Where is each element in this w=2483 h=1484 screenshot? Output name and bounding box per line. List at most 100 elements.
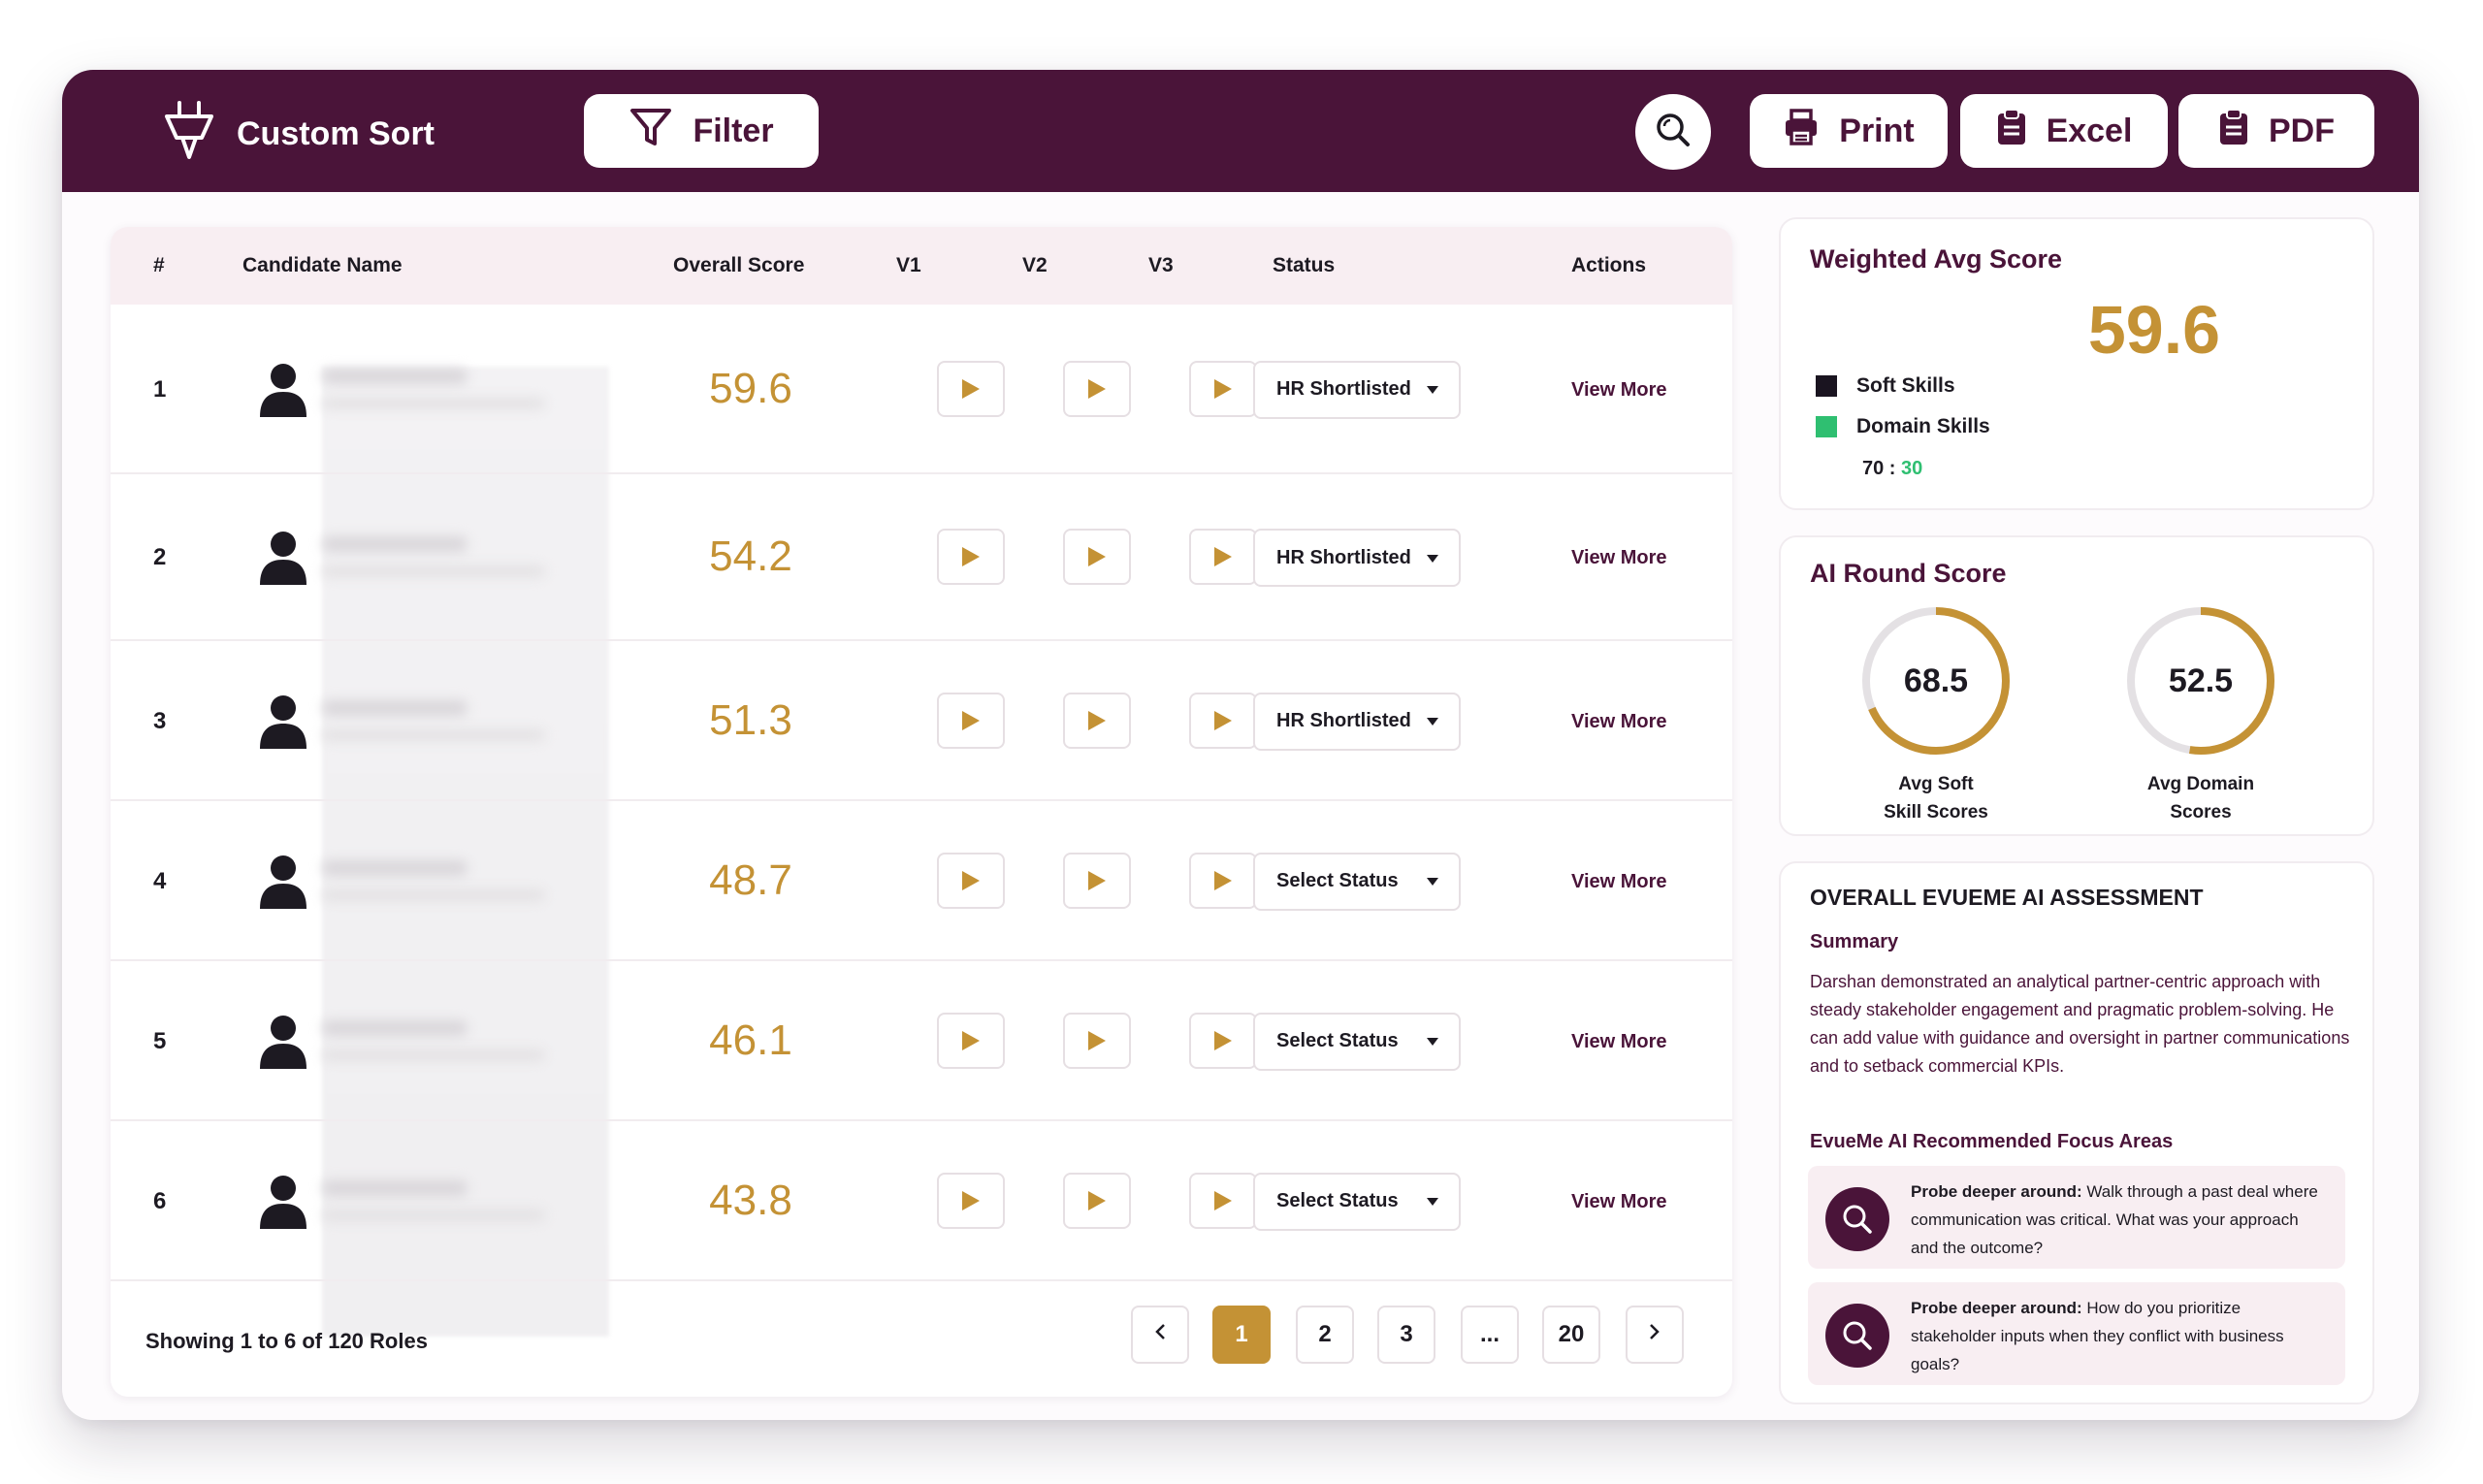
col-overall-score[interactable]: Overall Score xyxy=(673,254,804,277)
candidate-name-redacted[interactable] xyxy=(322,368,609,409)
app-window: Custom Sort Filter Print Excel PDF # Can… xyxy=(62,70,2419,1420)
candidate-name-redacted[interactable] xyxy=(322,1179,609,1221)
page-button-20[interactable]: 20 xyxy=(1542,1306,1600,1364)
candidates-table: # Candidate Name Overall Score V1 V2 V3 … xyxy=(111,227,1732,1397)
view-more-link[interactable]: View More xyxy=(1571,711,1667,733)
play-icon xyxy=(1086,377,1108,401)
play-video-v3-button[interactable] xyxy=(1189,852,1257,909)
play-video-v2-button[interactable] xyxy=(1063,529,1131,585)
gauge-soft-value: 68.5 xyxy=(1903,661,1969,699)
status-dropdown[interactable]: Select Status xyxy=(1253,852,1461,911)
row-index: 5 xyxy=(153,1027,167,1054)
ai-round-card: AI Round Score 68.5 Avg Soft Skill Score… xyxy=(1779,535,2374,836)
status-dropdown[interactable]: HR Shortlisted xyxy=(1253,529,1461,587)
chevron-left-icon xyxy=(1153,1321,1167,1348)
caret-down-icon xyxy=(1426,1030,1439,1052)
assessment-title: OVERALL EVUEME AI ASSESSMENT xyxy=(1810,885,2204,910)
plug-icon xyxy=(163,99,215,170)
avatar-icon xyxy=(256,853,310,911)
play-video-v2-button[interactable] xyxy=(1063,852,1131,909)
search-icon xyxy=(1825,1187,1889,1251)
play-video-v2-button[interactable] xyxy=(1063,692,1131,749)
print-button[interactable]: Print xyxy=(1750,94,1948,168)
gauge-label-line: Avg Soft xyxy=(1898,774,1974,794)
view-more-link[interactable]: View More xyxy=(1571,1191,1667,1213)
status-dropdown[interactable]: Select Status xyxy=(1253,1012,1461,1071)
filter-button[interactable]: Filter xyxy=(584,94,819,168)
table-row: 4 48.7 Select Status View More xyxy=(111,801,1732,961)
caret-down-icon xyxy=(1426,1190,1439,1212)
search-button[interactable] xyxy=(1635,94,1711,170)
focus-lead: Probe deeper around: xyxy=(1911,1299,2082,1317)
gauge-domain-value: 52.5 xyxy=(2168,661,2234,699)
table-row: 1 59.6 HR Shortlisted View More xyxy=(111,305,1732,474)
next-page-button[interactable] xyxy=(1626,1306,1684,1364)
play-icon xyxy=(1212,709,1234,732)
col-v2: V2 xyxy=(1022,254,1048,276)
candidate-name-redacted[interactable] xyxy=(322,859,609,901)
play-video-v3-button[interactable] xyxy=(1189,692,1257,749)
view-more-link[interactable]: View More xyxy=(1571,871,1667,893)
caret-down-icon xyxy=(1426,378,1439,401)
play-video-v1-button[interactable] xyxy=(937,360,1005,417)
view-more-link[interactable]: View More xyxy=(1571,547,1667,569)
page-button-1[interactable]: 1 xyxy=(1212,1306,1271,1364)
play-video-v1-button[interactable] xyxy=(937,852,1005,909)
play-icon xyxy=(1086,1029,1108,1052)
play-video-v1-button[interactable] xyxy=(937,1172,1005,1229)
candidate-name-redacted[interactable] xyxy=(322,1019,609,1061)
status-dropdown[interactable]: Select Status xyxy=(1253,1172,1461,1231)
view-more-link[interactable]: View More xyxy=(1571,1031,1667,1053)
clipboard-icon xyxy=(2218,108,2249,155)
status-dropdown[interactable]: HR Shortlisted xyxy=(1253,360,1461,419)
page-button-3[interactable]: 3 xyxy=(1377,1306,1435,1364)
col-v1: V1 xyxy=(896,254,921,276)
summary-heading: Summary xyxy=(1810,931,1899,952)
excel-label: Excel xyxy=(2046,112,2133,149)
play-video-v3-button[interactable] xyxy=(1189,529,1257,585)
play-video-v2-button[interactable] xyxy=(1063,1172,1131,1229)
play-video-v2-button[interactable] xyxy=(1063,1012,1131,1069)
play-icon xyxy=(1086,545,1108,568)
candidate-name-redacted[interactable] xyxy=(322,536,609,577)
caret-down-icon xyxy=(1426,870,1439,892)
print-label: Print xyxy=(1839,112,1915,149)
weighted-avg-score: 59.6 xyxy=(2087,292,2221,368)
excel-button[interactable]: Excel xyxy=(1960,94,2168,168)
play-video-v3-button[interactable] xyxy=(1189,1172,1257,1229)
weight-ratio: 70 : 30 xyxy=(1862,458,1922,480)
pdf-button[interactable]: PDF xyxy=(2178,94,2374,168)
play-video-v1-button[interactable] xyxy=(937,1012,1005,1069)
play-video-v3-button[interactable] xyxy=(1189,360,1257,417)
col-candidate-name[interactable]: Candidate Name xyxy=(242,254,403,277)
overall-score: 51.3 xyxy=(709,695,792,744)
legend-label: Soft Skills xyxy=(1856,374,1955,397)
table-row: 2 54.2 HR Shortlisted View More xyxy=(111,474,1732,641)
play-icon xyxy=(1086,1189,1108,1212)
focus-item: Probe deeper around: Walk through a past… xyxy=(1808,1166,2345,1269)
candidate-name-redacted[interactable] xyxy=(322,699,609,741)
page-button-2[interactable]: 2 xyxy=(1296,1306,1354,1364)
caret-down-icon xyxy=(1426,710,1439,732)
play-video-v1-button[interactable] xyxy=(937,529,1005,585)
legend-swatch xyxy=(1816,416,1837,437)
assessment-card: OVERALL EVUEME AI ASSESSMENT Summary Dar… xyxy=(1779,861,2374,1404)
view-more-link[interactable]: View More xyxy=(1571,379,1667,402)
caret-down-icon xyxy=(1426,547,1439,569)
play-icon xyxy=(1212,869,1234,892)
filter-label: Filter xyxy=(693,112,774,149)
status-dropdown[interactable]: HR Shortlisted xyxy=(1253,692,1461,751)
prev-page-button[interactable] xyxy=(1131,1306,1189,1364)
focus-item: Probe deeper around: How do you prioriti… xyxy=(1808,1282,2345,1385)
play-video-v3-button[interactable] xyxy=(1189,1012,1257,1069)
summary-text: Darshan demonstrated an analytical partn… xyxy=(1810,972,2350,1076)
ratio-domain: 30 xyxy=(1901,458,1923,479)
play-video-v1-button[interactable] xyxy=(937,692,1005,749)
play-video-v2-button[interactable] xyxy=(1063,360,1131,417)
status-value: Select Status xyxy=(1276,1030,1399,1051)
legend-label: Domain Skills xyxy=(1856,415,1990,437)
status-value: HR Shortlisted xyxy=(1276,378,1411,400)
play-icon xyxy=(960,545,982,568)
overall-score: 54.2 xyxy=(709,532,792,580)
custom-sort-button[interactable]: Custom Sort xyxy=(163,99,435,170)
